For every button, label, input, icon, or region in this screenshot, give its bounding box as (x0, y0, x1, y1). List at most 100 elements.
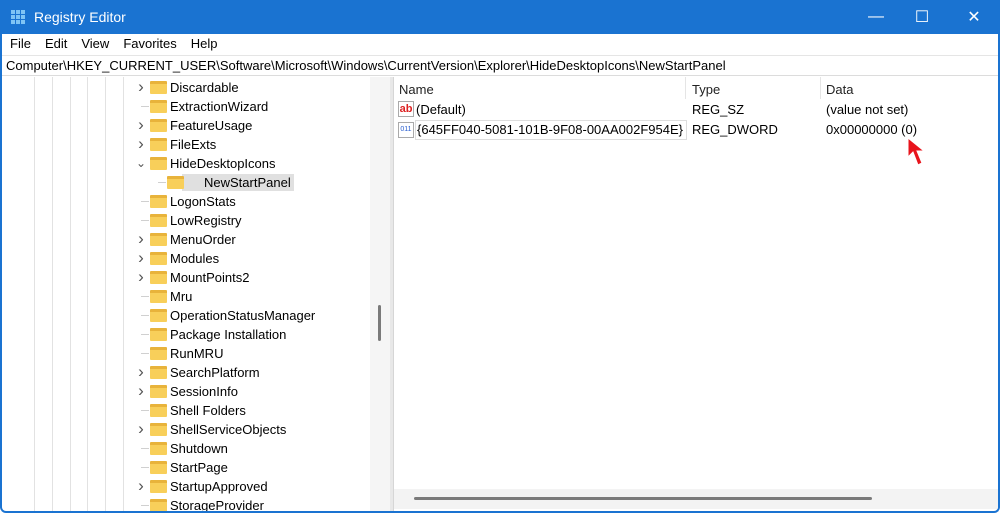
folder-icon (150, 499, 167, 511)
folder-icon (150, 290, 167, 303)
tree-item-label: Package Installation (170, 327, 287, 342)
tree-item[interactable]: Package Installation (2, 325, 370, 344)
folder-icon (150, 347, 167, 360)
scroll-thumb[interactable] (414, 497, 872, 500)
binary-value-icon: 011 (398, 122, 414, 138)
folder-icon (150, 195, 167, 208)
tree-item[interactable]: RunMRU (2, 344, 370, 363)
tree-item[interactable]: › SearchPlatform (2, 363, 370, 382)
folder-icon (150, 138, 167, 151)
column-header-data[interactable]: Data (826, 80, 853, 99)
tree-item[interactable]: ⌄ HideDesktopIcons (2, 154, 370, 173)
tree-item[interactable]: LogonStats (2, 192, 370, 211)
folder-icon (150, 214, 167, 227)
tree-item[interactable]: ExtractionWizard (2, 97, 370, 116)
tree-item[interactable]: › MountPoints2 (2, 268, 370, 287)
red-arrow-cursor-icon (907, 137, 926, 166)
tree-connector (141, 410, 149, 411)
window-title: Registry Editor (34, 9, 126, 25)
tree-connector (141, 467, 149, 468)
tree-item-label: Mru (170, 289, 193, 304)
menu-edit[interactable]: Edit (45, 34, 67, 54)
chevron-right-icon[interactable]: › (135, 230, 147, 247)
menu-help[interactable]: Help (191, 34, 218, 54)
tree-item[interactable]: › Discardable (2, 78, 370, 97)
tree-item[interactable]: › Modules (2, 249, 370, 268)
address-bar[interactable]: Computer\HKEY_CURRENT_USER\Software\Micr… (2, 55, 998, 76)
tree-item[interactable]: › ShellServiceObjects (2, 420, 370, 439)
folder-icon (150, 366, 167, 379)
registry-app-icon (11, 10, 25, 24)
close-button[interactable]: ✕ (951, 0, 997, 34)
folder-icon (150, 461, 167, 474)
folder-icon (150, 81, 167, 94)
folder-icon (150, 271, 167, 284)
tree-item[interactable]: OperationStatusManager (2, 306, 370, 325)
chevron-right-icon[interactable]: › (135, 420, 147, 437)
registry-editor-window: Registry Editor — ☐ ✕ File Edit View Fav… (0, 0, 1000, 513)
folder-icon (150, 100, 167, 113)
tree-connector (141, 220, 149, 221)
menu-view[interactable]: View (81, 34, 109, 54)
folder-icon (150, 442, 167, 455)
tree-connector (141, 505, 149, 506)
tree-connector (141, 353, 149, 354)
tree-item[interactable]: Shell Folders (2, 401, 370, 420)
menu-favorites[interactable]: Favorites (123, 34, 176, 54)
tree-item-label: OperationStatusManager (170, 308, 316, 323)
tree-item-label: Shell Folders (170, 403, 246, 418)
tree-item[interactable]: StorageProvider (2, 496, 370, 511)
tree-item-label: SearchPlatform (170, 365, 260, 380)
chevron-right-icon[interactable]: › (135, 268, 147, 285)
tree-vertical-scrollbar[interactable] (370, 77, 390, 511)
tree-item-label: Discardable (170, 80, 239, 95)
folder-icon (150, 385, 167, 398)
tree-item[interactable]: › MenuOrder (2, 230, 370, 249)
tree-item-label: Modules (170, 251, 220, 266)
title-bar: Registry Editor — ☐ ✕ (2, 0, 998, 34)
folder-icon (150, 480, 167, 493)
column-header-name[interactable]: Name (399, 80, 434, 99)
maximize-button[interactable]: ☐ (899, 0, 945, 34)
value-data: 0x00000000 (0) (826, 122, 918, 137)
tree-item[interactable]: › FileExts (2, 135, 370, 154)
tree-item-label: MountPoints2 (170, 270, 250, 285)
folder-icon (150, 423, 167, 436)
scroll-thumb[interactable] (378, 305, 381, 341)
tree-item-label: FileExts (170, 137, 217, 152)
tree-item[interactable]: NewStartPanel (2, 173, 370, 192)
chevron-down-icon[interactable]: ⌄ (135, 156, 147, 170)
tree-item[interactable]: LowRegistry (2, 211, 370, 230)
tree-item-label: HideDesktopIcons (170, 156, 276, 171)
tree-item-label: NewStartPanel (182, 174, 294, 191)
menu-file[interactable]: File (10, 34, 31, 54)
chevron-right-icon[interactable]: › (135, 477, 147, 494)
tree-connector (141, 334, 149, 335)
tree-item-label: SessionInfo (170, 384, 238, 399)
column-header-type[interactable]: Type (692, 80, 720, 99)
values-horizontal-scrollbar[interactable] (394, 489, 998, 509)
value-name: (Default) (416, 102, 466, 117)
chevron-right-icon[interactable]: › (135, 78, 147, 95)
tree-item-label: StartPage (170, 460, 228, 475)
tree-item[interactable]: › SessionInfo (2, 382, 370, 401)
tree-item[interactable]: › FeatureUsage (2, 116, 370, 135)
tree-item[interactable]: › StartupApproved (2, 477, 370, 496)
folder-icon (150, 252, 167, 265)
chevron-right-icon[interactable]: › (135, 382, 147, 399)
column-separator[interactable] (820, 77, 821, 99)
tree-item[interactable]: Shutdown (2, 439, 370, 458)
minimize-button[interactable]: — (853, 0, 899, 34)
chevron-right-icon[interactable]: › (135, 116, 147, 133)
menu-bar: File Edit View Favorites Help (2, 34, 998, 54)
folder-icon (150, 404, 167, 417)
tree-item[interactable]: StartPage (2, 458, 370, 477)
chevron-right-icon[interactable]: › (135, 249, 147, 266)
tree-item[interactable]: Mru (2, 287, 370, 306)
column-separator[interactable] (685, 77, 686, 99)
tree-item-label: LogonStats (170, 194, 236, 209)
folder-icon (150, 328, 167, 341)
chevron-right-icon[interactable]: › (135, 363, 147, 380)
tree-item-label: LowRegistry (170, 213, 242, 228)
chevron-right-icon[interactable]: › (135, 135, 147, 152)
